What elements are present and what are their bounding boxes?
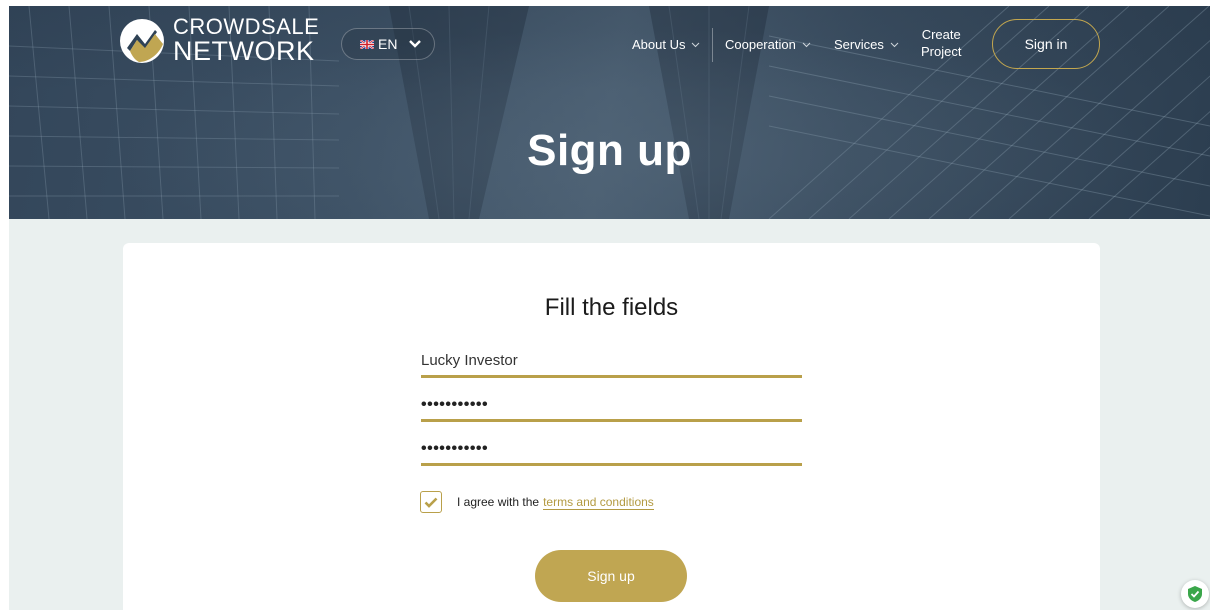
agree-checkbox[interactable] (420, 491, 442, 513)
logo-line1: CROWDSALE (173, 14, 320, 39)
agree-label: I agree with the (457, 495, 540, 509)
nav-cooperation-label: Cooperation (725, 37, 796, 52)
uk-flag-icon (360, 39, 374, 49)
check-icon (424, 497, 438, 508)
terms-link[interactable]: terms and conditions (543, 495, 654, 510)
nav-cooperation[interactable]: Cooperation (725, 37, 811, 52)
chevron-down-icon (409, 40, 422, 48)
language-label: EN (378, 36, 398, 52)
nav-divider (712, 28, 713, 62)
nav-about-us-label: About Us (632, 37, 686, 52)
page: CROWDSALE NETWORK EN About Us Cooperatio… (9, 6, 1210, 610)
agree-row: I agree with the terms and conditions (420, 491, 654, 513)
page-title: Sign up (527, 126, 692, 175)
chevron-down-icon (802, 42, 811, 47)
create-line2: Project (921, 44, 962, 59)
form-title: Fill the fields (544, 294, 679, 321)
security-badge[interactable] (1181, 580, 1209, 608)
language-selector[interactable]: EN (341, 28, 435, 60)
nav-services-label: Services (834, 37, 884, 52)
logo-mark-icon (120, 18, 164, 63)
logo-line2: NETWORK (173, 36, 315, 66)
shield-check-icon (1188, 586, 1202, 602)
signup-card: Fill the fields I agree with theterms an… (123, 243, 1100, 610)
hero-banner: CROWDSALE NETWORK EN About Us Cooperatio… (9, 6, 1210, 219)
sign-up-button[interactable]: Sign up (535, 550, 687, 602)
logo-text: CROWDSALE NETWORK (173, 16, 319, 65)
logo[interactable]: CROWDSALE NETWORK (119, 16, 319, 65)
nav-create-project[interactable]: Create Project (921, 26, 961, 60)
chevron-down-icon (890, 42, 899, 47)
create-line1: Create (921, 27, 961, 42)
nav-about-us[interactable]: About Us (632, 37, 700, 52)
confirm-password-field[interactable] (421, 438, 802, 466)
sign-in-button[interactable]: Sign in (992, 19, 1100, 69)
chevron-down-icon (692, 42, 700, 47)
name-field[interactable] (421, 350, 802, 378)
agree-text: I agree with the terms and conditions (457, 495, 654, 510)
password-field[interactable] (421, 394, 802, 422)
nav-services[interactable]: Services (834, 37, 899, 52)
